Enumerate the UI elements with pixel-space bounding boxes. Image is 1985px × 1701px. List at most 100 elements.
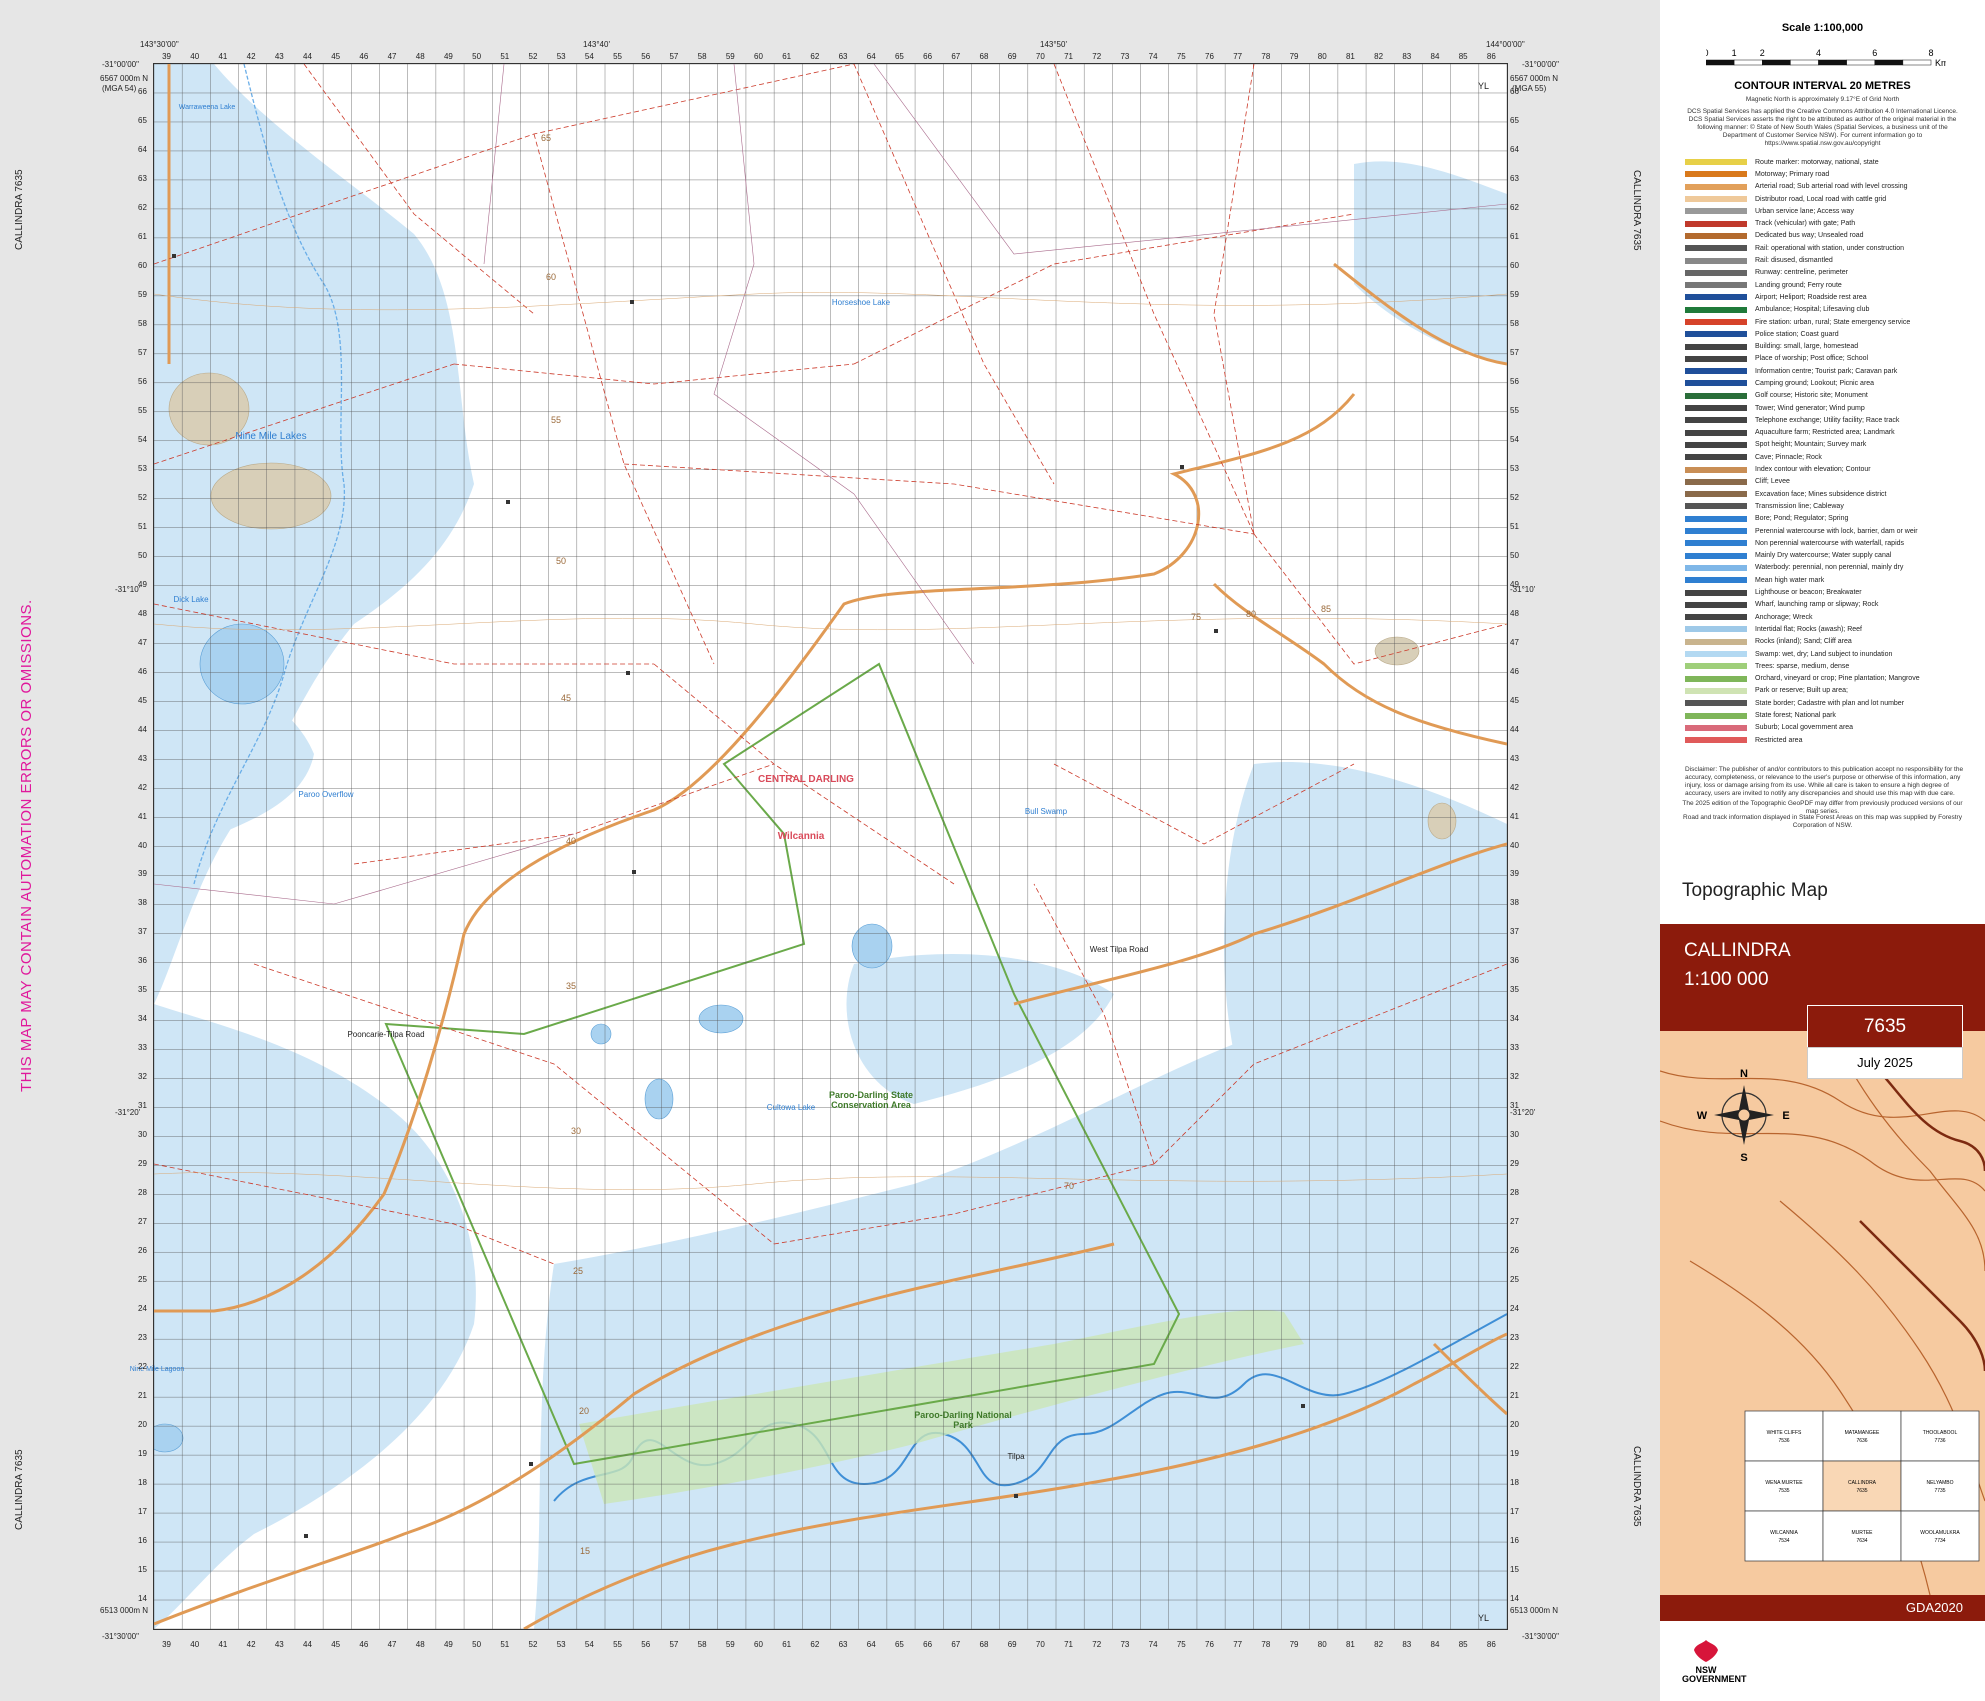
northing-tick-right: 39 bbox=[1510, 869, 1519, 879]
easting-tick-top: 86 bbox=[1486, 52, 1496, 61]
legend-label: Mainly Dry watercourse; Water supply can… bbox=[1755, 552, 1892, 560]
legend-row: Spot height; Mountain; Survey mark bbox=[1685, 439, 1975, 451]
place-label-paroo-darling-state-conservation-area[interactable]: Paroo-Darling State Conservation Area bbox=[816, 1090, 926, 1111]
index-sheet-number: 7636 bbox=[1856, 1438, 1867, 1444]
legend-row: Golf course; Historic site; Monument bbox=[1685, 390, 1975, 402]
map-canvas[interactable]: Nine Mile Lakes Dick Lake Horseshoe Lake Pa… bbox=[130, 63, 1508, 1630]
easting-tick-top: 66 bbox=[923, 52, 933, 61]
northing-tick-left: 32 bbox=[138, 1072, 147, 1082]
northing-tick-right: 48 bbox=[1510, 608, 1519, 618]
yl-label: YL bbox=[1478, 1613, 1490, 1623]
easting-tick-bottom: 79 bbox=[1289, 1640, 1299, 1649]
place-label-dick-lake[interactable]: Dick Lake bbox=[136, 595, 246, 605]
place-label-paroo-darling-national-park[interactable]: Paroo-Darling National Park bbox=[908, 1410, 1018, 1431]
legend-row: Tower; Wind generator; Wind pump bbox=[1685, 402, 1975, 414]
easting-tick-top: 59 bbox=[725, 52, 735, 61]
legend-symbol bbox=[1685, 380, 1747, 387]
place-label-wilcannia[interactable]: Wilcannia bbox=[746, 831, 856, 842]
legend-symbol bbox=[1685, 675, 1747, 682]
easting-tick-top: 48 bbox=[415, 52, 425, 61]
easting-tick-bottom: 75 bbox=[1176, 1640, 1186, 1649]
legend-symbol bbox=[1685, 232, 1747, 239]
easting-tick-bottom: 84 bbox=[1430, 1640, 1440, 1649]
easting-tick-top: 47 bbox=[387, 52, 397, 61]
northing-tick-left: 15 bbox=[138, 1565, 147, 1575]
index-sheet-name: WILCANNIA bbox=[1770, 1530, 1798, 1536]
northing-tick-left: 62 bbox=[138, 202, 147, 212]
easting-tick-bottom: 86 bbox=[1486, 1640, 1496, 1649]
northing-tick-left: 59 bbox=[138, 289, 147, 299]
legend-symbol bbox=[1685, 687, 1747, 694]
northing-tick-right: 27 bbox=[1510, 1217, 1519, 1227]
legend-label: Distributor road, Local road with cattle… bbox=[1755, 195, 1887, 203]
place-label-pooncarie-tilpa-road[interactable]: Pooncarie-Tilpa Road bbox=[331, 1030, 441, 1040]
northing-tick-left: 41 bbox=[138, 811, 147, 821]
northing-tick-left: 49 bbox=[138, 579, 147, 589]
legend-row: Fire station: urban, rural; State emerge… bbox=[1685, 316, 1975, 328]
legend-row: Trees: sparse, medium, dense bbox=[1685, 660, 1975, 672]
legend-label: Suburb; Local government area bbox=[1755, 724, 1854, 732]
legend-symbol bbox=[1685, 626, 1747, 633]
northing-tick-left: 33 bbox=[138, 1043, 147, 1053]
legend-symbol bbox=[1685, 466, 1747, 473]
legend-label: Park or reserve; Built up area; bbox=[1755, 687, 1848, 695]
compass-e: E bbox=[1782, 1110, 1789, 1122]
legend-label: Aquaculture farm; Restricted area; Landm… bbox=[1755, 429, 1895, 437]
legend-symbol bbox=[1685, 515, 1747, 522]
easting-tick-top: 52 bbox=[528, 52, 538, 61]
scale-tick-label: 0 bbox=[1706, 48, 1709, 58]
index-sheet-name: THOOLABOOL bbox=[1923, 1430, 1958, 1436]
northing-tick-left: 66 bbox=[138, 86, 147, 96]
place-label-nine-mile-lakes[interactable]: Nine Mile Lakes bbox=[216, 431, 326, 442]
sheet-scale: 1:100 000 bbox=[1684, 969, 1769, 990]
place-label-tilpa[interactable]: Tilpa bbox=[961, 1452, 1071, 1462]
index-sheet-number: 7536 bbox=[1778, 1438, 1789, 1444]
northing-tick-left: 39 bbox=[138, 869, 147, 879]
legend-label: Dedicated bus way; Unsealed road bbox=[1755, 232, 1864, 240]
index-sheet-number: 7634 bbox=[1856, 1538, 1867, 1544]
easting-tick-top: 74 bbox=[1148, 52, 1158, 61]
legend-label: Orchard, vineyard or crop; Pine plantati… bbox=[1755, 675, 1920, 683]
map-legend: Route marker: motorway, national, state M… bbox=[1685, 156, 1975, 746]
legend-row: Track (vehicular) with gate; Path bbox=[1685, 217, 1975, 229]
easting-tick-bottom: 81 bbox=[1345, 1640, 1355, 1649]
scale-bar-segment bbox=[1706, 59, 1735, 66]
place-label-central-darling[interactable]: CENTRAL DARLING bbox=[751, 774, 861, 785]
place-label-nine-mile-lagoon[interactable]: Nine Mile Lagoon bbox=[102, 1366, 212, 1374]
legend-label: Information centre; Tourist park; Carava… bbox=[1755, 367, 1898, 375]
northing-tick-right: 36 bbox=[1510, 956, 1519, 966]
easting-tick-top: 50 bbox=[472, 52, 482, 61]
legend-symbol bbox=[1685, 712, 1747, 719]
legend-symbol bbox=[1685, 355, 1747, 362]
scale-tick-label: 8 bbox=[1928, 48, 1933, 58]
legend-label: Place of worship; Post office; School bbox=[1755, 355, 1869, 363]
northing-tick-left: 60 bbox=[138, 260, 147, 270]
legend-symbol bbox=[1685, 208, 1747, 215]
legend-symbol bbox=[1685, 503, 1747, 510]
index-sheet-number: 7635 bbox=[1856, 1488, 1867, 1494]
legend-symbol bbox=[1685, 257, 1747, 264]
easting-tick-bottom: 41 bbox=[218, 1640, 228, 1649]
legend-row: Ambulance; Hospital; Lifesaving club bbox=[1685, 304, 1975, 316]
place-label-west-tilpa-road[interactable]: West Tilpa Road bbox=[1064, 945, 1174, 955]
legend-label: Anchorage; Wreck bbox=[1755, 613, 1813, 621]
northing-tick-right: 66 bbox=[1510, 86, 1519, 96]
northing-tick-right: 52 bbox=[1510, 492, 1519, 502]
legend-symbol bbox=[1685, 245, 1747, 252]
northing-tick-right: 14 bbox=[1510, 1594, 1519, 1604]
easting-tick-bottom: 43 bbox=[274, 1640, 284, 1649]
place-label-bull-swamp[interactable]: Bull Swamp bbox=[991, 807, 1101, 817]
place-label-horseshoe-lake[interactable]: Horseshoe Lake bbox=[806, 298, 916, 308]
index-sheet-number: 7734 bbox=[1934, 1538, 1945, 1544]
northing-tick-right: 54 bbox=[1510, 434, 1519, 444]
place-label-warraweena-lake[interactable]: Warraweena Lake bbox=[152, 104, 262, 112]
legend-label: Tower; Wind generator; Wind pump bbox=[1755, 404, 1865, 412]
northing-tick-left: 31 bbox=[138, 1101, 147, 1111]
place-label-paroo-overflow[interactable]: Paroo Overflow bbox=[271, 790, 381, 800]
northing-tick-right: 38 bbox=[1510, 898, 1519, 908]
legend-symbol bbox=[1685, 663, 1747, 670]
northing-tick-right: 28 bbox=[1510, 1188, 1519, 1198]
adjoining-sheet-right-bottom: CALLINDRA 7635 bbox=[1631, 1446, 1642, 1527]
contour-height-label: 15 bbox=[580, 1546, 591, 1556]
easting-tick-top: 62 bbox=[810, 52, 820, 61]
